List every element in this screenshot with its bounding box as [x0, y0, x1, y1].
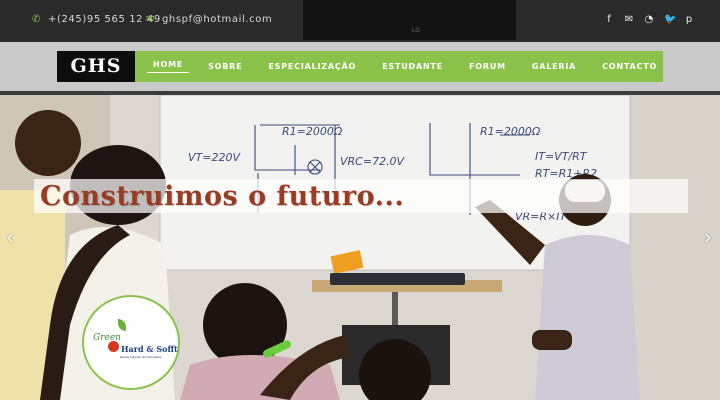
- top-bar: ✆ +(245)95 565 12 49 ✉ ghspf@hotmail.com L…: [0, 0, 720, 42]
- twitter-icon[interactable]: 🐦: [664, 14, 676, 25]
- facebook-icon[interactable]: f: [604, 14, 614, 25]
- hero-slider: VT=220V R1=2000Ω VRC=72.0V R1=2000Ω IT=V…: [0, 95, 720, 400]
- nav-item-forum[interactable]: FORUM: [456, 62, 519, 71]
- hero-headline: Construimos o futuro...: [40, 181, 405, 212]
- next-slide-arrow[interactable]: ›: [704, 225, 712, 249]
- email-address: ghspf@hotmail.com: [161, 14, 273, 25]
- nav-item-home[interactable]: HOME: [147, 60, 190, 73]
- leaf-icon: [118, 319, 126, 331]
- nav-item-especializacao[interactable]: ESPECIALIZAÇÃO: [255, 62, 369, 71]
- banner-mark: LG: [411, 28, 420, 34]
- main-menu: HOME SOBRE ESPECIALIZAÇÃO ESTUDANTE FORU…: [135, 51, 663, 82]
- school-logo-badge: Green Hard & Sofft Escola Superior de In…: [82, 295, 180, 390]
- board-text-it: IT=VT/RT: [535, 150, 588, 163]
- phone-icon: ✆: [32, 14, 41, 25]
- nav-item-estudante[interactable]: ESTUDANTE: [369, 62, 456, 71]
- bottom-strip: [0, 400, 720, 413]
- nav-item-sobre[interactable]: SOBRE: [195, 62, 255, 71]
- email-contact[interactable]: ✉ ghspf@hotmail.com: [146, 14, 272, 25]
- rss-icon[interactable]: ◔: [644, 14, 654, 25]
- email-icon[interactable]: ✉: [624, 14, 634, 25]
- board-text-vrc: VRC=72.0V: [340, 155, 406, 168]
- phone-contact[interactable]: ✆ +(245)95 565 12 49: [32, 14, 161, 25]
- badge-brand-text: Hard & Sofft: [121, 344, 178, 354]
- nav-item-galeria[interactable]: GALERIA: [519, 62, 589, 71]
- phone-number: +(245)95 565 12 49: [47, 14, 161, 25]
- envelope-icon: ✉: [146, 14, 155, 25]
- badge-subtitle: Escola Superior de Informática: [120, 355, 162, 359]
- nav-item-contacto[interactable]: CONTACTO: [589, 62, 670, 71]
- prev-slide-arrow[interactable]: ‹: [6, 225, 14, 249]
- social-links: f ✉ ◔ 🐦 p: [604, 14, 694, 25]
- board-text-vt: VT=220V: [188, 151, 241, 164]
- board-text-r1b: R1=2000Ω: [480, 125, 541, 138]
- top-center-banner: LG: [303, 0, 516, 40]
- board-text-r1: R1=2000Ω: [282, 125, 343, 138]
- pinterest-icon[interactable]: p: [684, 14, 694, 25]
- badge-green-text: Green: [93, 333, 121, 343]
- site-logo[interactable]: GHS: [57, 51, 135, 82]
